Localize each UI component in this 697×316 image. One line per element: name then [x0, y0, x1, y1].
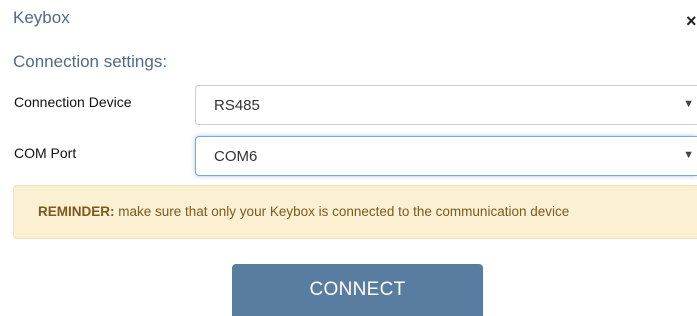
chevron-down-icon: ▼: [683, 149, 694, 161]
com-port-select[interactable]: COM6 ▼: [195, 136, 697, 176]
reminder-alert: REMINDER: make sure that only your Keybo…: [13, 185, 697, 239]
reminder-prefix: REMINDER:: [38, 204, 115, 219]
reminder-text: make sure that only your Keybox is conne…: [114, 204, 570, 219]
chevron-down-icon: ▼: [683, 98, 694, 110]
keybox-dialog: Keybox × Connection settings: Connection…: [0, 0, 697, 316]
connection-device-label: Connection Device: [14, 94, 132, 110]
close-icon[interactable]: ×: [686, 12, 697, 30]
connection-device-value: RS485: [214, 97, 260, 114]
connection-device-select[interactable]: RS485 ▼: [195, 85, 697, 125]
connection-settings-heading: Connection settings:: [13, 52, 168, 71]
dialog-title: Keybox: [13, 8, 70, 27]
connect-button[interactable]: CONNECT: [232, 264, 483, 316]
com-port-value: COM6: [214, 148, 258, 165]
com-port-label: COM Port: [14, 145, 77, 161]
